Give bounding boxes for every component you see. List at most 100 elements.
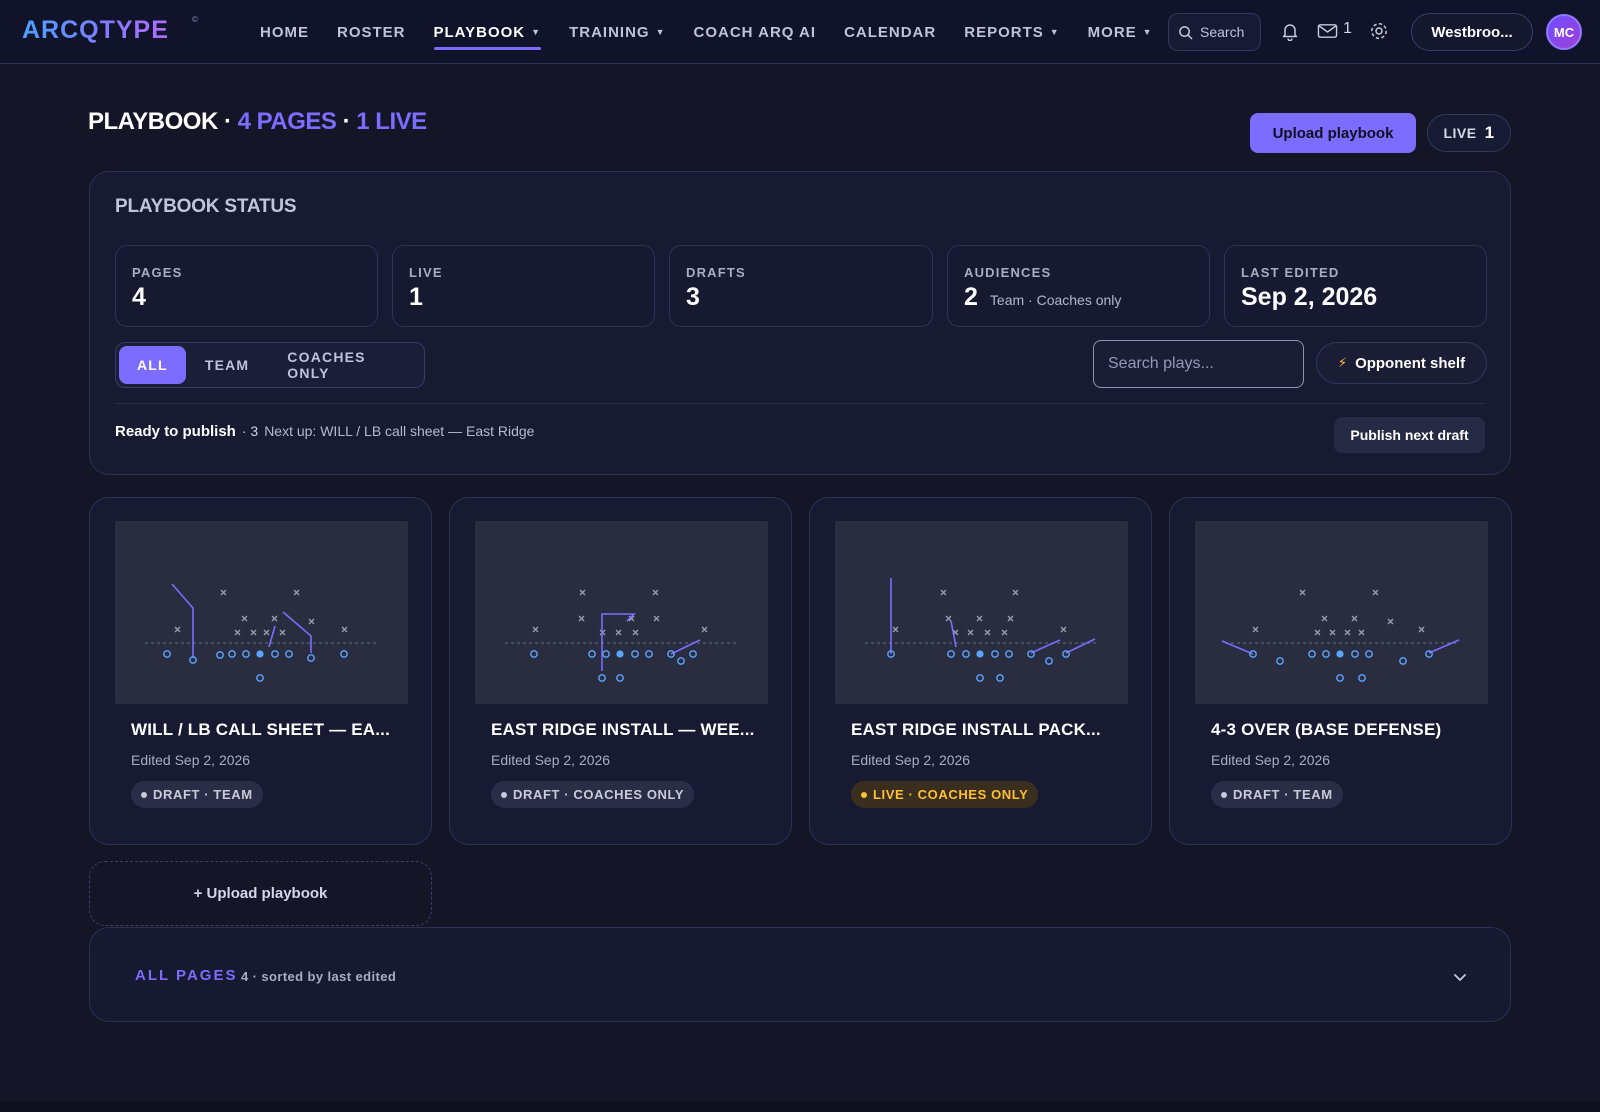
stat-pages: PAGES 4: [115, 245, 378, 327]
global-search-label: Search: [1200, 24, 1245, 40]
nav-training-label: TRAINING: [569, 23, 650, 41]
global-search-button[interactable]: Search: [1168, 13, 1261, 51]
ready-to-publish-row: Ready to publish · 3 Next up: WILL / LB …: [115, 423, 534, 440]
chevron-down-icon: ▼: [1049, 27, 1060, 37]
nav-home-label: HOME: [260, 23, 309, 41]
chevron-down-icon[interactable]: [1453, 970, 1467, 984]
status-badge-text: DRAFT · TEAM: [1233, 787, 1333, 802]
play-diagram-thumbnail: [475, 521, 768, 704]
stat-value: 2: [964, 283, 978, 311]
audience-filter-segmented-control: ALL TEAM COACHES ONLY: [115, 342, 425, 388]
opponent-shelf-button[interactable]: ⚡ Opponent shelf: [1316, 342, 1487, 384]
messages-count: 1: [1343, 20, 1352, 37]
play-diagram-thumbnail: [1195, 521, 1488, 704]
nav-playbook-label: PLAYBOOK: [433, 23, 526, 41]
stat-label: PAGES: [132, 265, 183, 280]
playbook-card[interactable]: EAST RIDGE INSTALL PACK... Edited Sep 2,…: [809, 497, 1152, 845]
nav-more-label: MORE: [1087, 23, 1137, 41]
card-edited-date: Edited Sep 2, 2026: [851, 752, 971, 768]
filter-team[interactable]: TEAM: [186, 346, 268, 384]
status-dot-icon: [1221, 791, 1227, 798]
stat-label: DRAFTS: [686, 265, 746, 280]
playbook-card[interactable]: EAST RIDGE INSTALL — WEE... Edited Sep 2…: [449, 497, 792, 845]
status-badge-text: DRAFT · TEAM: [153, 787, 253, 802]
playbook-card[interactable]: WILL / LB CALL SHEET — EA... Edited Sep …: [89, 497, 432, 845]
play-diagram-thumbnail: [115, 521, 408, 704]
status-badge: DRAFT · TEAM: [131, 781, 263, 808]
stat-value: 1: [409, 283, 423, 311]
all-pages-meta: 4 · sorted by last edited: [241, 969, 397, 984]
brand-copyright-mark: ©: [192, 15, 198, 24]
live-filter-pill[interactable]: LIVE 1: [1427, 114, 1511, 152]
stat-label: LAST EDITED: [1241, 265, 1340, 280]
chevron-down-icon: ▼: [1142, 27, 1153, 37]
status-badge-text: LIVE · COACHES ONLY: [873, 787, 1029, 802]
page-title-separator: ·: [223, 108, 232, 135]
publish-next-draft-button[interactable]: Publish next draft: [1334, 417, 1485, 453]
nav-roster[interactable]: ROSTER: [323, 0, 420, 64]
card-edited-date: Edited Sep 2, 2026: [131, 752, 251, 768]
status-badge: LIVE · COACHES ONLY: [851, 781, 1039, 808]
team-switcher[interactable]: Westbroo...: [1411, 13, 1533, 51]
nav-training[interactable]: TRAINING ▼: [555, 0, 679, 64]
all-pages-section[interactable]: ALL PAGES 4 · sorted by last edited: [89, 927, 1511, 1022]
gear-icon: [1371, 23, 1387, 39]
page-title-pages: 4 PAGES: [237, 108, 337, 135]
filter-coaches-only[interactable]: COACHES ONLY: [268, 346, 421, 384]
nav-playbook[interactable]: PLAYBOOK ▼: [420, 0, 556, 64]
playbook-status-panel: PLAYBOOK STATUS PAGES 4 LIVE 1 DRAFTS 3 …: [89, 171, 1511, 475]
all-pages-label: ALL PAGES: [135, 967, 238, 984]
stat-value: 4: [132, 283, 146, 311]
playbook-card[interactable]: 4-3 OVER (BASE DEFENSE) Edited Sep 2, 20…: [1169, 497, 1512, 845]
opponent-shelf-label: Opponent shelf: [1355, 354, 1466, 372]
stat-last-edited: LAST EDITED Sep 2, 2026: [1224, 245, 1487, 327]
nav-roster-label: ROSTER: [337, 23, 406, 41]
stat-drafts: DRAFTS 3: [669, 245, 933, 327]
status-badge-text: DRAFT · COACHES ONLY: [513, 787, 685, 802]
nav-reports-label: REPORTS: [964, 23, 1044, 41]
stat-label: LIVE: [409, 265, 443, 280]
page-title-main: PLAYBOOK: [88, 108, 218, 135]
live-pill-count: 1: [1484, 123, 1495, 142]
search-plays-input[interactable]: [1093, 340, 1304, 388]
stat-label: AUDIENCES: [964, 265, 1052, 280]
next-up-text: Next up: WILL / LB call sheet — East Rid…: [264, 423, 535, 439]
card-title: WILL / LB CALL SHEET — EA...: [131, 720, 391, 739]
main-nav: HOME ROSTER PLAYBOOK ▼ TRAINING ▼ COACH AR…: [246, 0, 1167, 64]
stat-live: LIVE 1: [392, 245, 655, 327]
nav-home[interactable]: HOME: [246, 0, 323, 64]
top-navigation-bar: ARCQTYPE © HOME ROSTER PLAYBOOK ▼ TRAININ…: [0, 0, 1600, 64]
notifications-button[interactable]: [1277, 18, 1303, 44]
filter-all[interactable]: ALL: [119, 346, 186, 384]
status-dot-icon: [861, 791, 867, 798]
avatar[interactable]: MC: [1546, 14, 1582, 50]
messages-button[interactable]: [1314, 18, 1340, 44]
card-edited-date: Edited Sep 2, 2026: [1211, 752, 1331, 768]
nav-calendar[interactable]: CALENDAR: [830, 0, 950, 64]
status-badge: DRAFT · TEAM: [1211, 781, 1343, 808]
status-dot-icon: [501, 791, 507, 798]
stat-audiences: AUDIENCES 2 Team · Coaches only: [947, 245, 1210, 327]
chevron-down-icon: ▼: [531, 27, 542, 37]
mail-icon: [1317, 24, 1337, 38]
card-title: 4-3 OVER (BASE DEFENSE): [1211, 720, 1442, 739]
upload-playbook-button[interactable]: Upload playbook: [1250, 113, 1416, 153]
stat-subtext: Team · Coaches only: [989, 292, 1122, 308]
play-diagram-thumbnail: [835, 521, 1128, 704]
nav-more[interactable]: MORE ▼: [1074, 0, 1167, 64]
ready-to-publish-label: Ready to publish: [115, 423, 236, 440]
bottom-edge: [0, 1101, 1600, 1112]
divider: [115, 403, 1485, 404]
nav-reports[interactable]: REPORTS ▼: [950, 0, 1073, 64]
brand-logo[interactable]: ARCQTYPE: [22, 16, 169, 46]
page-title-live: 1 LIVE: [356, 108, 427, 135]
upload-playbook-tile[interactable]: + Upload playbook: [89, 861, 432, 926]
search-icon: [1179, 25, 1193, 39]
settings-button[interactable]: [1366, 18, 1392, 44]
card-edited-date: Edited Sep 2, 2026: [491, 752, 611, 768]
stat-value: Sep 2, 2026: [1241, 283, 1378, 311]
nav-coach-arq-ai[interactable]: COACH ARQ AI: [680, 0, 831, 64]
page-title: PLAYBOOK · 4 PAGES · 1 LIVE: [88, 108, 427, 136]
card-title: EAST RIDGE INSTALL — WEE...: [491, 720, 755, 739]
lightning-icon: ⚡: [1337, 355, 1348, 370]
